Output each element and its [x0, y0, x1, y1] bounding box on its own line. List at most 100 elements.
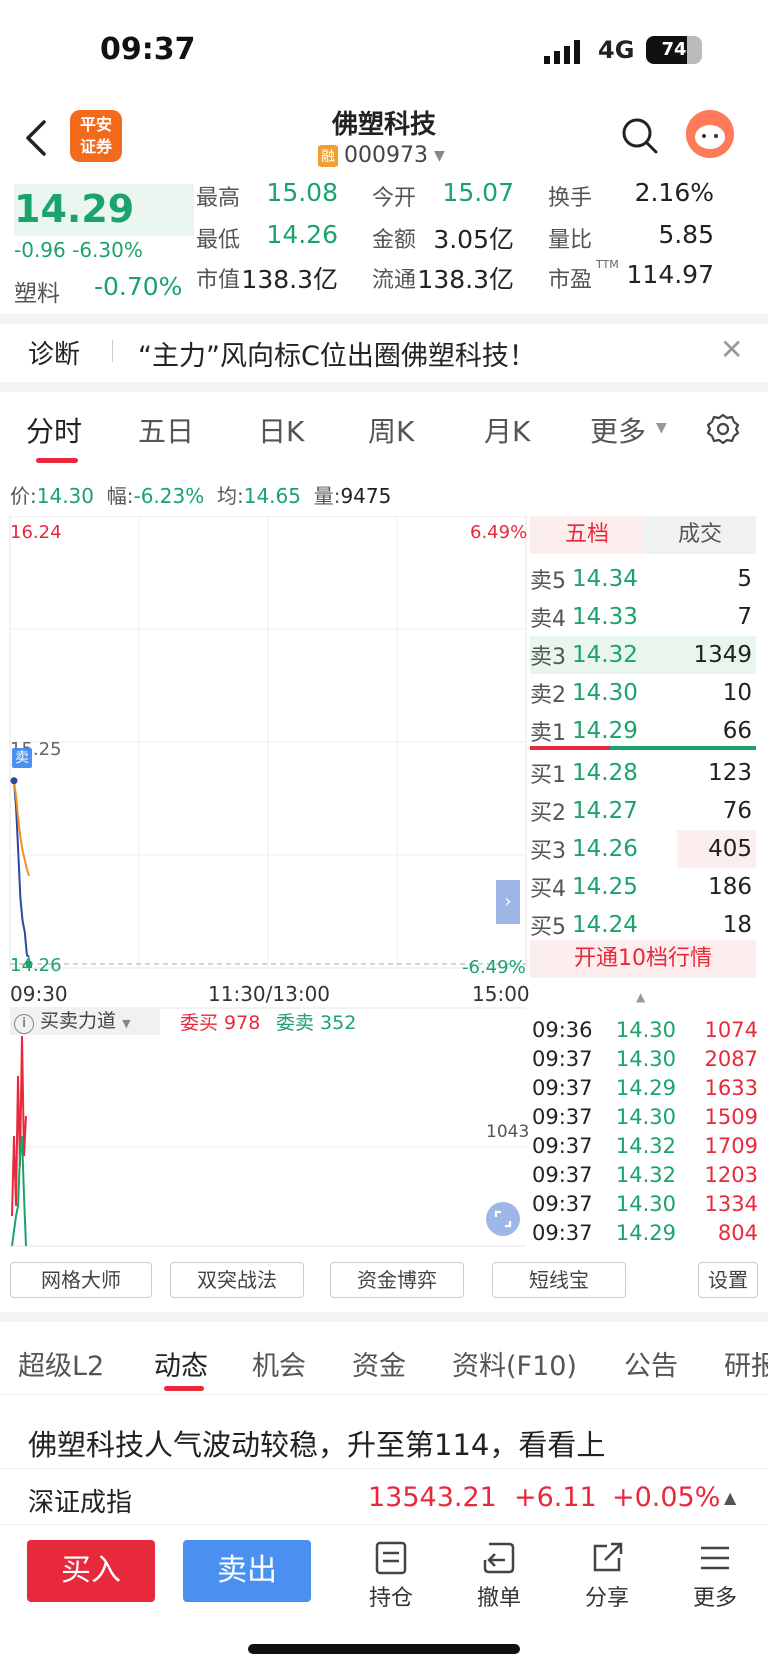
stat-value: 2.16% [634, 178, 714, 207]
bid-row[interactable]: 买3 14.26 405 [530, 830, 756, 868]
cancel-order-label: 撤单 [476, 1586, 521, 1611]
tab-trades[interactable]: 成交 [644, 516, 756, 554]
trade-price: 14.32 [615, 1163, 676, 1187]
trade-price: 14.32 [615, 1134, 676, 1158]
bid-row[interactable]: 买1 14.28 123 [530, 754, 756, 792]
info-tab[interactable]: 研报 [724, 1344, 768, 1383]
level-label: 卖5 [530, 569, 566, 594]
stock-code-row[interactable]: 融 000973 ▼ [318, 143, 445, 168]
more-label: 更多 [692, 1586, 737, 1611]
index-name[interactable]: 深证成指 [28, 1482, 132, 1519]
divider [0, 1312, 768, 1322]
amp-value: -6.23% [133, 484, 205, 508]
divider [0, 382, 768, 392]
trade-row: 09:37 14.32 1203 [532, 1163, 758, 1192]
level-label: 买4 [530, 877, 566, 902]
status-time: 09:37 [100, 32, 196, 67]
stat-value: 114.97 [626, 260, 714, 289]
ask-row[interactable]: 卖3 14.32 1349 [530, 636, 756, 674]
ask-row[interactable]: 卖4 14.33 7 [530, 598, 756, 636]
upgrade-10-levels-button[interactable]: 开通10档行情 [530, 940, 756, 978]
tool-button[interactable]: 网格大师 [10, 1262, 152, 1298]
avg-value: 14.65 [243, 484, 301, 508]
price-bar: 价:14.30 幅:-6.23% 均:14.65 量:9475 [10, 480, 391, 509]
fullscreen-icon[interactable] [486, 1202, 520, 1236]
trade-row: 09:37 14.30 2087 [532, 1047, 758, 1076]
divider [0, 1468, 768, 1469]
trade-volume: 1074 [704, 1018, 758, 1042]
trade-volume: 1203 [704, 1163, 758, 1187]
trade-row: 09:37 14.30 1334 [532, 1192, 758, 1221]
sector-pct: -0.70% [94, 272, 183, 301]
trade-volume: 1334 [704, 1192, 758, 1216]
caret-up-icon[interactable]: ▲ [724, 1488, 736, 1507]
share-button[interactable]: 分享 [567, 1540, 647, 1612]
tool-button[interactable]: 双突战法 [170, 1262, 304, 1298]
trade-volume: 1709 [704, 1134, 758, 1158]
info-tab[interactable]: 公告 [624, 1344, 678, 1383]
tab-monthly-k[interactable]: 月K [484, 410, 530, 450]
info-tab[interactable]: 资金 [352, 1344, 406, 1383]
info-tab[interactable]: 机会 [252, 1344, 306, 1383]
wei-buy: 委买 978 [180, 1012, 261, 1034]
info-tab[interactable]: 超级L2 [18, 1344, 104, 1383]
info-tab[interactable]: 资料(F10) [452, 1344, 577, 1383]
close-icon[interactable]: ✕ [720, 333, 743, 366]
level-price: 14.27 [572, 798, 638, 824]
ask-row[interactable]: 卖2 14.30 10 [530, 674, 756, 712]
ask-row[interactable]: 卖5 14.34 5 [530, 560, 756, 598]
level-volume: 66 [722, 718, 752, 744]
search-icon[interactable] [620, 116, 660, 156]
trade-price: 14.30 [615, 1018, 676, 1042]
trade-time: 09:37 [532, 1134, 593, 1158]
home-indicator[interactable] [248, 1644, 520, 1654]
holdings-button[interactable]: 持仓 [351, 1540, 431, 1612]
gear-icon[interactable] [706, 412, 740, 446]
info-tab[interactable]: 动态 [154, 1344, 208, 1383]
trade-volume: 1509 [704, 1105, 758, 1129]
more-button[interactable]: 更多 [675, 1540, 755, 1612]
tool-button[interactable]: 短线宝 [492, 1262, 626, 1298]
signal-icon [544, 40, 580, 64]
sector-label[interactable]: 塑料 [14, 274, 60, 308]
strength-selector[interactable]: i 买卖力道 ▼ [10, 1007, 160, 1035]
price-change: -0.96 -6.30% [14, 238, 143, 262]
avatar[interactable] [686, 110, 734, 158]
ask-row[interactable]: 卖1 14.29 66 [530, 712, 756, 750]
bid-row[interactable]: 买4 14.25 186 [530, 868, 756, 906]
level-price: 14.29 [572, 718, 638, 744]
time-end: 15:00 [472, 982, 530, 1006]
trade-row: 09:36 14.30 1074 [532, 1018, 758, 1047]
stat-value: 3.05亿 [433, 225, 514, 254]
divider [0, 314, 768, 324]
tool-button[interactable]: 资金博弈 [330, 1262, 464, 1298]
diagnosis-text[interactable]: “主力”风向标C位出圈佛塑科技！ [138, 334, 536, 373]
mascot-icon [686, 110, 734, 158]
tab-5day[interactable]: 五日 [138, 410, 194, 450]
bid-row[interactable]: 买2 14.27 76 [530, 792, 756, 830]
cancel-order-button[interactable]: 撤单 [459, 1540, 539, 1612]
network-type: 4G [598, 36, 635, 64]
tab-fenshi[interactable]: 分时 [26, 410, 82, 450]
tab-daily-k[interactable]: 日K [258, 410, 304, 450]
intraday-chart[interactable] [0, 516, 530, 1256]
tab-five-levels[interactable]: 五档 [530, 516, 644, 554]
bid-row[interactable]: 买5 14.24 18 [530, 906, 756, 944]
level-volume: 5 [737, 566, 752, 592]
trade-time: 09:37 [532, 1105, 593, 1129]
buy-button[interactable]: 买入 [27, 1540, 155, 1602]
stat-value: 15.08 [266, 178, 338, 207]
tab-weekly-k[interactable]: 周K [368, 410, 414, 450]
settings-button[interactable]: 设置 [698, 1262, 758, 1298]
caret-up-icon[interactable]: ▲ [636, 990, 645, 1004]
tab-more[interactable]: 更多 [590, 410, 646, 450]
change-pct: -6.30% [72, 238, 143, 262]
level-price: 14.32 [572, 642, 638, 668]
expand-panel-icon[interactable]: › [496, 880, 520, 924]
stock-code: 000973 [344, 143, 428, 168]
amp-label: 幅: [106, 484, 134, 508]
news-headline[interactable]: 佛塑科技人气波动较稳，升至第114，看看上 [28, 1422, 605, 1464]
divider [0, 1524, 768, 1525]
strength-label: 买卖力道 [40, 1010, 117, 1032]
sell-button[interactable]: 卖出 [183, 1540, 311, 1602]
